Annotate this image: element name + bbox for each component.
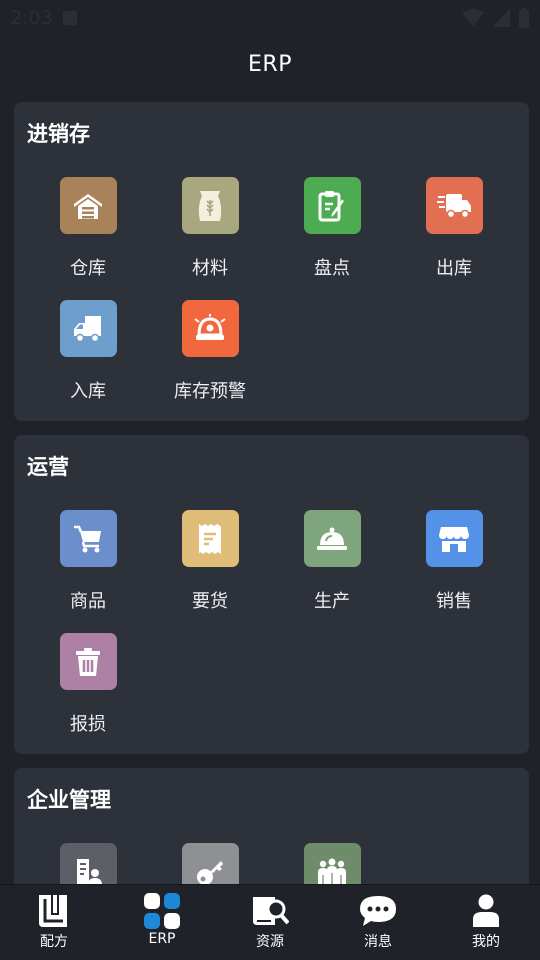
section-title: 企业管理 [27,788,111,812]
tab-resources[interactable]: 资源 [230,893,310,951]
section-title: 进销存 [27,122,90,146]
tab-messages[interactable]: 消息 [338,893,418,951]
item-label: 仓库 [70,258,106,279]
warehouse-icon [59,177,117,234]
tab-label: 消息 [364,934,392,950]
tab-label: ERP [148,931,176,947]
item-label: 库存预警 [174,381,246,402]
tab-label: 配方 [40,934,68,950]
book-icon [34,893,74,929]
cart-icon [59,510,117,567]
truck-in-icon [59,300,117,357]
alarm-bell-icon [181,300,239,357]
status-time: 2:03 [10,7,53,29]
item-label: 要货 [192,591,228,612]
item-grid: 商品 要货 生产 销售 报损 [27,510,515,736]
grid-icon [142,893,182,929]
notification-a-icon [62,11,77,25]
item-label: 入库 [70,381,106,402]
battery-icon [519,8,529,28]
tab-label: 资源 [256,934,284,950]
section-inventory: 进销存 仓库 材料 盘点 出库 入库 库存预警 [14,102,529,421]
item-label: 出库 [436,258,472,279]
clipboard-edit-icon [303,177,361,234]
book-search-icon [250,893,290,929]
material-bag-icon [181,177,239,234]
item-label: 盘点 [314,258,350,279]
signal-icon [492,9,510,27]
item-label: 商品 [70,591,106,612]
item-grid: 仓库 材料 盘点 出库 入库 库存预警 [27,177,515,403]
item-label: 报损 [70,714,106,735]
menu-item-stocktake[interactable]: 盘点 [271,177,393,280]
menu-item-requisition[interactable]: 要货 [149,510,271,613]
storefront-icon [425,510,483,567]
chat-bubble-icon [358,893,398,929]
item-label: 生产 [314,591,350,612]
section-title: 运营 [27,455,69,479]
page-title: ERP [248,52,292,77]
tab-label: 我的 [472,934,500,950]
menu-item-products[interactable]: 商品 [27,510,149,613]
person-icon [466,893,506,929]
menu-item-inbound[interactable]: 入库 [27,300,149,403]
menu-item-loss-report[interactable]: 报损 [27,633,149,736]
menu-item-sales[interactable]: 销售 [393,510,515,613]
wifi-icon [462,9,484,26]
receipt-icon [181,510,239,567]
item-label: 材料 [192,258,228,279]
main-content: 进销存 仓库 材料 盘点 出库 入库 库存预警 运营 商品 要货 生产 销售 报… [14,102,529,922]
menu-item-outbound[interactable]: 出库 [393,177,515,280]
menu-item-production[interactable]: 生产 [271,510,393,613]
cloche-icon [303,510,361,567]
bottom-tab-bar: 配方 ERP 资源 消息 我的 [0,884,540,960]
status-bar: 2:03 [0,0,540,36]
menu-item-material[interactable]: 材料 [149,177,271,280]
menu-item-stock-alert[interactable]: 库存预警 [149,300,271,403]
tab-profile[interactable]: 我的 [446,893,526,951]
item-label: 销售 [436,591,472,612]
truck-out-icon [425,177,483,234]
tab-erp[interactable]: ERP [122,893,202,947]
tab-recipes[interactable]: 配方 [14,893,94,951]
trash-icon [59,633,117,690]
section-operations: 运营 商品 要货 生产 销售 报损 [14,435,529,754]
menu-item-warehouse[interactable]: 仓库 [27,177,149,280]
